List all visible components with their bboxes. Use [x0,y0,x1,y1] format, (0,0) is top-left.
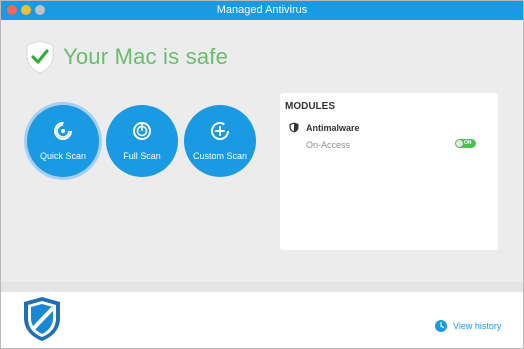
module-name: Antimalware [306,122,360,133]
view-history-link[interactable]: View history [435,320,501,332]
custom-scan-label: Custom Scan [192,151,248,161]
app-window: Managed Antivirus Your Mac is safe Quick… [0,0,524,349]
modules-panel: MODULES Antimalware On-Access ON [280,93,498,250]
custom-scan-button[interactable]: Custom Scan [184,105,256,177]
minimize-window-button[interactable] [21,5,31,15]
custom-scan-icon [211,122,229,140]
close-window-button[interactable] [7,5,17,15]
quick-scan-label: Quick Scan [39,151,87,161]
full-scan-button[interactable]: Full Scan [106,105,178,177]
shield-check-icon [26,40,54,74]
main-panel: Your Mac is safe Quick Scan Full Scan Cu… [1,20,523,292]
status-message: Your Mac is safe [63,44,229,69]
full-scan-label: Full Scan [123,151,161,161]
full-scan-icon [133,122,151,140]
footer-divider [1,282,523,292]
on-access-label: On-Access [306,140,351,150]
zoom-window-button[interactable] [35,5,45,15]
on-access-toggle[interactable]: ON [455,139,476,148]
view-history-label: View history [453,321,502,331]
toggle-knob [456,140,463,147]
toggle-state-label: ON [464,140,472,146]
title-bar: Managed Antivirus [1,1,523,20]
protection-status: Your Mac is safe [25,40,228,74]
antimalware-shield-icon [289,122,299,133]
module-antimalware: Antimalware [289,122,360,133]
modules-heading: MODULES [285,101,335,112]
clock-icon [435,320,447,332]
quick-scan-button[interactable]: Quick Scan [27,105,99,177]
window-title: Managed Antivirus [216,4,308,16]
quick-scan-icon [54,122,72,140]
footer: View history [1,292,523,348]
brand-shield-logo-icon [24,297,60,341]
